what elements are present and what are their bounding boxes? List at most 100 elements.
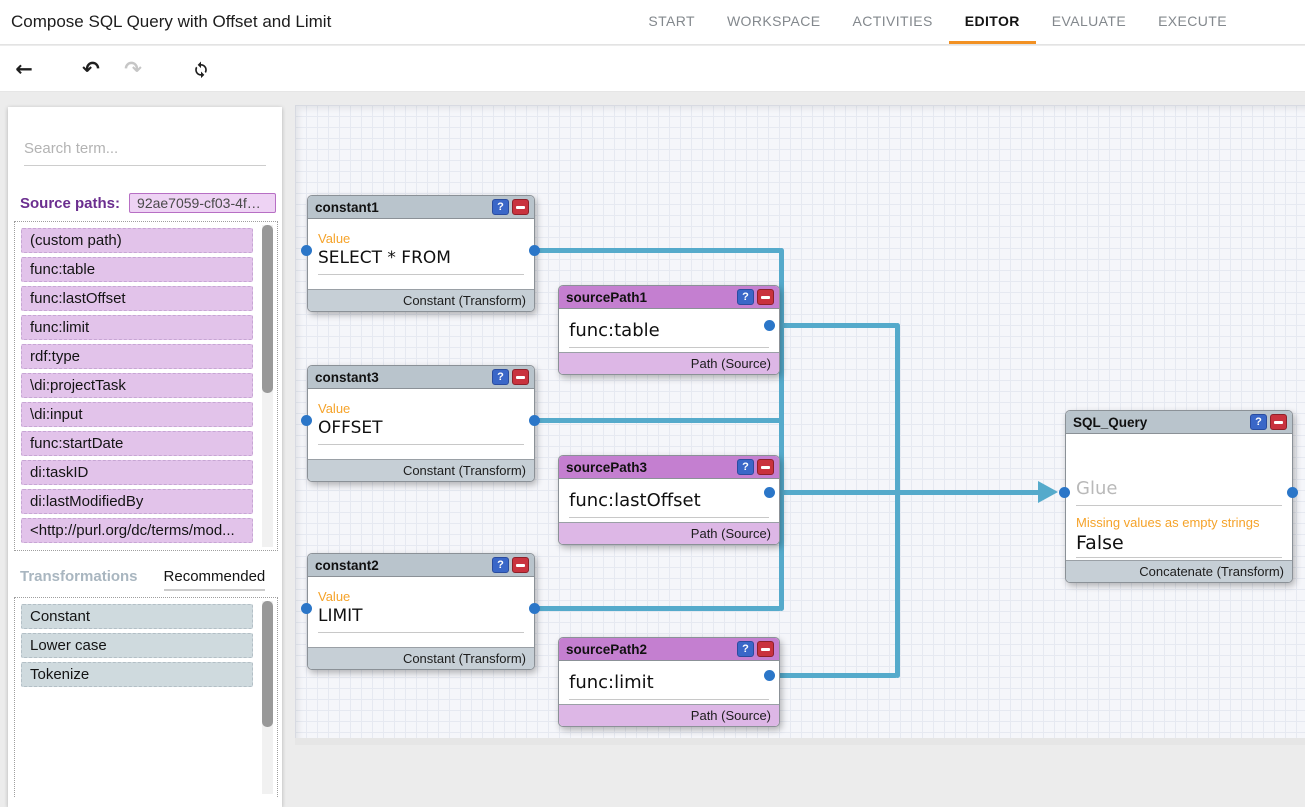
value-input[interactable]: LIMIT [318,604,524,633]
path-input[interactable]: func:limit [569,670,769,700]
port-constant3-in[interactable] [301,415,312,426]
remove-icon[interactable] [757,459,774,475]
source-path-item[interactable]: di:lastModifiedBy [21,489,253,514]
field-label: Value [308,589,534,604]
tab-start[interactable]: START [632,0,711,44]
mapping-canvas[interactable]: constant1 ? Value SELECT * FROM Constant… [295,105,1305,745]
tab-editor[interactable]: EDITOR [949,0,1036,44]
back-arrow-icon[interactable]: ← [9,54,39,84]
undo-icon[interactable]: ↶ [76,54,106,84]
connection-line-main-trunk[interactable] [770,490,1040,495]
port-sourcePath2-out[interactable] [764,670,775,681]
search-input[interactable] [24,134,266,165]
node-header[interactable]: sourcePath3 ? [559,456,779,479]
node-constant2[interactable]: constant2 ? Value LIMIT Constant (Transf… [307,553,535,670]
node-sourcePath3[interactable]: sourcePath3 ? func:lastOffset Path (Sour… [558,455,780,545]
missing-values-input[interactable]: False [1076,530,1282,558]
help-icon[interactable]: ? [492,369,509,385]
port-constant2-out[interactable] [529,603,540,614]
source-path-item[interactable]: func:limit [21,315,253,340]
node-header[interactable]: constant2 ? [308,554,534,577]
port-constant3-out[interactable] [529,415,540,426]
value-input[interactable]: SELECT * FROM [318,246,524,275]
transformations-scrollbar-thumb[interactable] [262,601,273,727]
source-paths-row: Source paths: 92ae7059-cf03-4f7… [20,193,276,213]
tab-workspace[interactable]: WORKSPACE [711,0,837,44]
tab-execute[interactable]: EXECUTE [1142,0,1243,44]
node-header[interactable]: sourcePath2 ? [559,638,779,661]
node-sourcePath2[interactable]: sourcePath2 ? func:limit Path (Source) [558,637,780,727]
source-paths-label: Source paths: [20,195,120,212]
transformation-item[interactable]: Lower case [21,633,253,658]
redo-icon[interactable]: ↷ [118,54,148,84]
connection-line-constant1[interactable] [535,248,782,253]
node-title: constant3 [315,370,492,385]
help-icon[interactable]: ? [737,289,754,305]
path-input[interactable]: func:lastOffset [569,488,769,518]
node-title: constant2 [315,558,492,573]
tab-recommended[interactable]: Recommended [164,568,266,591]
source-path-item[interactable]: \di:projectTask [21,373,253,398]
source-path-item[interactable]: rdf:type [21,344,253,369]
source-paths-scrollbar-thumb[interactable] [262,225,273,393]
remove-icon[interactable] [757,641,774,657]
node-header[interactable]: sourcePath1 ? [559,286,779,309]
port-sqlquery-in[interactable] [1059,487,1070,498]
connection-line-sourcepaths-trunk[interactable] [895,323,900,678]
source-path-item[interactable]: di:taskID [21,460,253,485]
path-input[interactable]: func:table [569,318,769,348]
tab-activities[interactable]: ACTIVITIES [837,0,949,44]
remove-icon[interactable] [512,369,529,385]
transformations-scrollbar-track[interactable] [262,601,273,794]
connection-line-sourcePath1[interactable] [770,323,898,328]
glue-input[interactable]: Glue [1076,476,1282,506]
port-sourcePath1-out[interactable] [764,320,775,331]
port-constant2-in[interactable] [301,603,312,614]
connection-line-constant3[interactable] [535,418,782,423]
connection-line-sourcePath2[interactable] [770,673,898,678]
node-sql-query[interactable]: SQL_Query ? Glue Missing values as empty… [1065,410,1293,583]
connection-line-constant2[interactable] [535,606,782,611]
help-icon[interactable]: ? [737,459,754,475]
remove-icon[interactable] [512,557,529,573]
node-sourcePath1[interactable]: sourcePath1 ? func:table Path (Source) [558,285,780,375]
transformation-item[interactable]: Tokenize [21,662,253,687]
help-icon[interactable]: ? [492,199,509,215]
node-constant1[interactable]: constant1 ? Value SELECT * FROM Constant… [307,195,535,312]
refresh-icon[interactable] [186,54,216,84]
field-label: Value [308,401,534,416]
remove-icon[interactable] [1270,414,1287,430]
port-constant1-out[interactable] [529,245,540,256]
node-body: Value LIMIT [308,577,534,633]
source-path-item[interactable]: \di:input [21,402,253,427]
node-body: func:limit [559,661,779,700]
value-input[interactable]: OFFSET [318,416,524,445]
source-path-item[interactable]: func:startDate [21,431,253,456]
port-constant1-in[interactable] [301,245,312,256]
help-icon[interactable]: ? [737,641,754,657]
canvas-horizontal-scrollbar[interactable] [295,738,1305,745]
remove-icon[interactable] [512,199,529,215]
help-icon[interactable]: ? [1250,414,1267,430]
source-paths-selector[interactable]: 92ae7059-cf03-4f7… [129,193,276,213]
remove-icon[interactable] [757,289,774,305]
node-header[interactable]: constant3 ? [308,366,534,389]
node-title: sourcePath3 [566,460,737,475]
tab-evaluate[interactable]: EVALUATE [1036,0,1142,44]
source-paths-scrollbar-track[interactable] [262,225,273,547]
help-icon[interactable]: ? [492,557,509,573]
node-title: constant1 [315,200,492,215]
node-header[interactable]: constant1 ? [308,196,534,219]
node-header[interactable]: SQL_Query ? [1066,411,1292,434]
node-constant3[interactable]: constant3 ? Value OFFSET Constant (Trans… [307,365,535,482]
transformation-item[interactable]: Constant [21,604,253,629]
source-path-item[interactable]: func:table [21,257,253,282]
tab-transformations[interactable]: Transformations [20,568,138,585]
source-path-item[interactable]: (custom path) [21,228,253,253]
source-path-item[interactable]: <http://purl.org/dc/terms/mod... [21,518,253,543]
page-title: Compose SQL Query with Offset and Limit [0,12,331,32]
node-type-label: Concatenate (Transform) [1066,560,1292,582]
source-path-item[interactable]: func:lastOffset [21,286,253,311]
port-sqlquery-out[interactable] [1287,487,1298,498]
port-sourcePath3-out[interactable] [764,487,775,498]
